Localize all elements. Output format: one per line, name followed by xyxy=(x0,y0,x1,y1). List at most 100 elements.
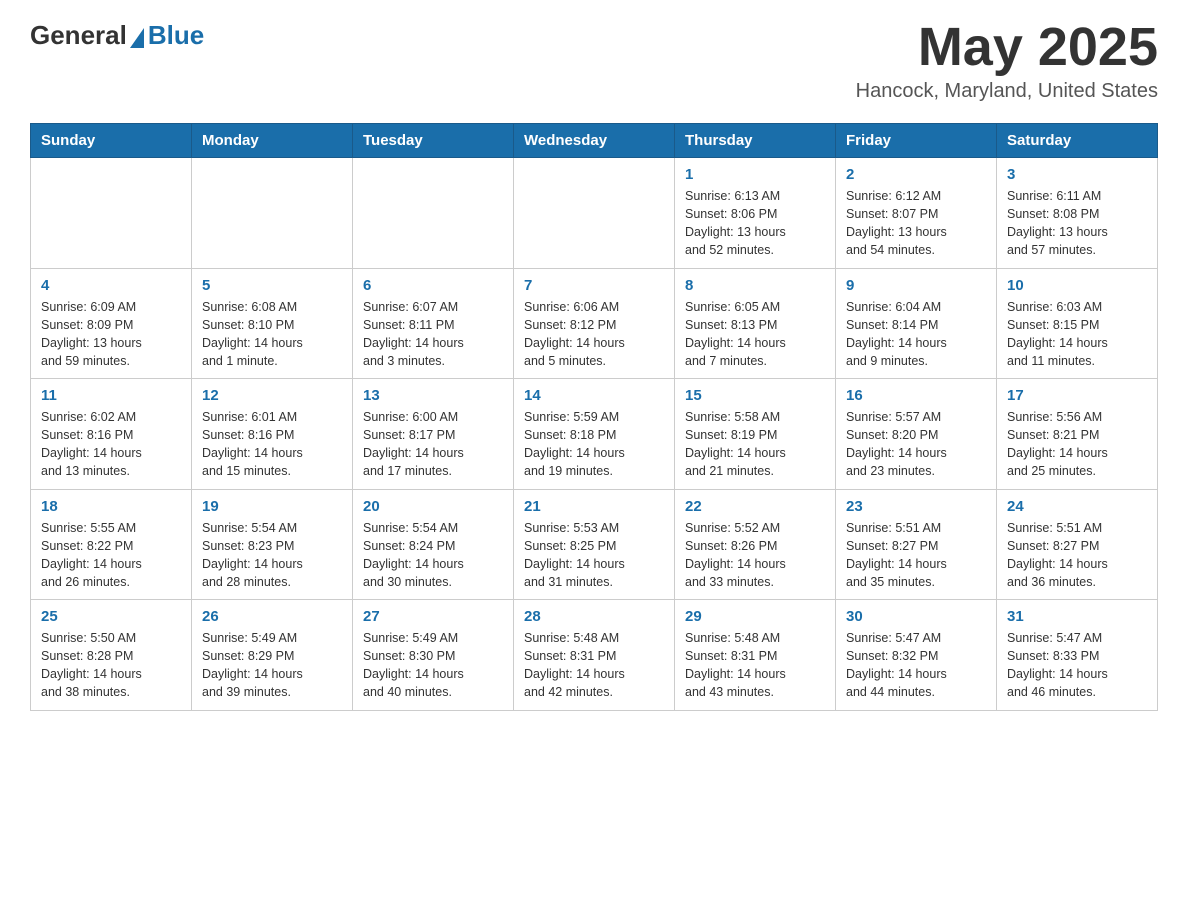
day-info: Sunrise: 5:49 AM Sunset: 8:30 PM Dayligh… xyxy=(363,629,503,702)
calendar-cell xyxy=(192,158,353,269)
day-info: Sunrise: 6:09 AM Sunset: 8:09 PM Dayligh… xyxy=(41,298,181,371)
calendar-cell: 15Sunrise: 5:58 AM Sunset: 8:19 PM Dayli… xyxy=(675,379,836,490)
day-number: 12 xyxy=(202,387,342,404)
calendar-week-row: 1Sunrise: 6:13 AM Sunset: 8:06 PM Daylig… xyxy=(31,158,1158,269)
day-number: 17 xyxy=(1007,387,1147,404)
day-info: Sunrise: 5:47 AM Sunset: 8:32 PM Dayligh… xyxy=(846,629,986,702)
calendar-cell: 22 Sunrise: 5:52 AM Sunset: 8:26 PM Dayli… xyxy=(675,489,836,600)
calendar-week-row: 18 Sunrise: 5:55 AM Sunset: 8:22 PM Dayli… xyxy=(31,489,1158,600)
calendar-cell: 7Sunrise: 6:06 AM Sunset: 8:12 PM Daylig… xyxy=(514,268,675,379)
day-number: 21 xyxy=(524,498,664,515)
day-info: Sunrise: 6:05 AM Sunset: 8:13 PM Dayligh… xyxy=(685,298,825,371)
calendar-cell: 25 Sunrise: 5:50 AM Sunset: 8:28 PM Dayli… xyxy=(31,600,192,711)
calendar-cell: 21 Sunrise: 5:53 AM Sunset: 8:25 PM Dayli… xyxy=(514,489,675,600)
day-number: 28 xyxy=(524,608,664,625)
calendar-cell: 14 Sunrise: 5:59 AM Sunset: 8:18 PM Dayli… xyxy=(514,379,675,490)
day-info: Sunrise: 6:08 AM Sunset: 8:10 PM Dayligh… xyxy=(202,298,342,371)
calendar-header-thursday: Thursday xyxy=(675,124,836,158)
day-info: Sunrise: 5:51 AM Sunset: 8:27 PM Dayligh… xyxy=(1007,519,1147,592)
header-right: May 2025 Hancock, Maryland, United State… xyxy=(856,20,1158,103)
logo-blue-text: Blue xyxy=(148,20,204,51)
day-number: 20 xyxy=(363,498,503,515)
logo-general-text: General xyxy=(30,20,127,51)
calendar-cell: 13Sunrise: 6:00 AM Sunset: 8:17 PM Dayli… xyxy=(353,379,514,490)
day-info: Sunrise: 6:07 AM Sunset: 8:11 PM Dayligh… xyxy=(363,298,503,371)
day-number: 19 xyxy=(202,498,342,515)
calendar-header-monday: Monday xyxy=(192,124,353,158)
day-info: Sunrise: 6:00 AM Sunset: 8:17 PM Dayligh… xyxy=(363,408,503,481)
calendar-cell xyxy=(353,158,514,269)
calendar-cell: 9 Sunrise: 6:04 AM Sunset: 8:14 PM Daylig… xyxy=(836,268,997,379)
day-number: 5 xyxy=(202,277,342,294)
day-number: 30 xyxy=(846,608,986,625)
calendar-header-wednesday: Wednesday xyxy=(514,124,675,158)
day-number: 8 xyxy=(685,277,825,294)
month-year-title: May 2025 xyxy=(856,20,1158,74)
day-info: Sunrise: 5:48 AM Sunset: 8:31 PM Dayligh… xyxy=(685,629,825,702)
day-info: Sunrise: 6:03 AM Sunset: 8:15 PM Dayligh… xyxy=(1007,298,1147,371)
calendar-cell: 18 Sunrise: 5:55 AM Sunset: 8:22 PM Dayli… xyxy=(31,489,192,600)
day-number: 29 xyxy=(685,608,825,625)
calendar-cell: 24 Sunrise: 5:51 AM Sunset: 8:27 PM Dayli… xyxy=(997,489,1158,600)
calendar-cell: 19 Sunrise: 5:54 AM Sunset: 8:23 PM Dayli… xyxy=(192,489,353,600)
calendar-cell: 5 Sunrise: 6:08 AM Sunset: 8:10 PM Daylig… xyxy=(192,268,353,379)
day-number: 9 xyxy=(846,277,986,294)
day-info: Sunrise: 6:12 AM Sunset: 8:07 PM Dayligh… xyxy=(846,187,986,260)
day-number: 1 xyxy=(685,166,825,183)
day-info: Sunrise: 5:56 AM Sunset: 8:21 PM Dayligh… xyxy=(1007,408,1147,481)
calendar-cell: 4 Sunrise: 6:09 AM Sunset: 8:09 PM Daylig… xyxy=(31,268,192,379)
calendar-week-row: 25 Sunrise: 5:50 AM Sunset: 8:28 PM Dayli… xyxy=(31,600,1158,711)
day-number: 6 xyxy=(363,277,503,294)
calendar-cell: 10Sunrise: 6:03 AM Sunset: 8:15 PM Dayli… xyxy=(997,268,1158,379)
location-subtitle: Hancock, Maryland, United States xyxy=(856,80,1158,103)
calendar-cell xyxy=(514,158,675,269)
day-info: Sunrise: 5:55 AM Sunset: 8:22 PM Dayligh… xyxy=(41,519,181,592)
page-header: General Blue May 2025 Hancock, Maryland,… xyxy=(30,20,1158,103)
day-info: Sunrise: 5:50 AM Sunset: 8:28 PM Dayligh… xyxy=(41,629,181,702)
day-info: Sunrise: 5:54 AM Sunset: 8:23 PM Dayligh… xyxy=(202,519,342,592)
day-info: Sunrise: 5:59 AM Sunset: 8:18 PM Dayligh… xyxy=(524,408,664,481)
calendar-cell: 26Sunrise: 5:49 AM Sunset: 8:29 PM Dayli… xyxy=(192,600,353,711)
day-info: Sunrise: 6:01 AM Sunset: 8:16 PM Dayligh… xyxy=(202,408,342,481)
calendar-table: SundayMondayTuesdayWednesdayThursdayFrid… xyxy=(30,123,1158,711)
day-info: Sunrise: 5:53 AM Sunset: 8:25 PM Dayligh… xyxy=(524,519,664,592)
calendar-header-row: SundayMondayTuesdayWednesdayThursdayFrid… xyxy=(31,124,1158,158)
day-info: Sunrise: 6:11 AM Sunset: 8:08 PM Dayligh… xyxy=(1007,187,1147,260)
day-number: 24 xyxy=(1007,498,1147,515)
day-number: 4 xyxy=(41,277,181,294)
calendar-cell xyxy=(31,158,192,269)
calendar-cell: 27 Sunrise: 5:49 AM Sunset: 8:30 PM Dayli… xyxy=(353,600,514,711)
calendar-cell: 28Sunrise: 5:48 AM Sunset: 8:31 PM Dayli… xyxy=(514,600,675,711)
day-number: 27 xyxy=(363,608,503,625)
logo-triangle-icon xyxy=(130,28,144,48)
calendar-cell: 8 Sunrise: 6:05 AM Sunset: 8:13 PM Daylig… xyxy=(675,268,836,379)
calendar-cell: 6 Sunrise: 6:07 AM Sunset: 8:11 PM Daylig… xyxy=(353,268,514,379)
day-number: 2 xyxy=(846,166,986,183)
day-number: 22 xyxy=(685,498,825,515)
day-info: Sunrise: 5:58 AM Sunset: 8:19 PM Dayligh… xyxy=(685,408,825,481)
calendar-cell: 23Sunrise: 5:51 AM Sunset: 8:27 PM Dayli… xyxy=(836,489,997,600)
day-number: 14 xyxy=(524,387,664,404)
day-info: Sunrise: 5:47 AM Sunset: 8:33 PM Dayligh… xyxy=(1007,629,1147,702)
calendar-cell: 3Sunrise: 6:11 AM Sunset: 8:08 PM Daylig… xyxy=(997,158,1158,269)
logo: General Blue xyxy=(30,20,204,51)
calendar-cell: 30 Sunrise: 5:47 AM Sunset: 8:32 PM Dayli… xyxy=(836,600,997,711)
calendar-cell: 2 Sunrise: 6:12 AM Sunset: 8:07 PM Daylig… xyxy=(836,158,997,269)
calendar-week-row: 4 Sunrise: 6:09 AM Sunset: 8:09 PM Daylig… xyxy=(31,268,1158,379)
day-info: Sunrise: 6:04 AM Sunset: 8:14 PM Dayligh… xyxy=(846,298,986,371)
day-info: Sunrise: 6:02 AM Sunset: 8:16 PM Dayligh… xyxy=(41,408,181,481)
day-info: Sunrise: 5:51 AM Sunset: 8:27 PM Dayligh… xyxy=(846,519,986,592)
day-number: 25 xyxy=(41,608,181,625)
calendar-cell: 11Sunrise: 6:02 AM Sunset: 8:16 PM Dayli… xyxy=(31,379,192,490)
day-info: Sunrise: 6:06 AM Sunset: 8:12 PM Dayligh… xyxy=(524,298,664,371)
calendar-cell: 20 Sunrise: 5:54 AM Sunset: 8:24 PM Dayli… xyxy=(353,489,514,600)
calendar-cell: 1Sunrise: 6:13 AM Sunset: 8:06 PM Daylig… xyxy=(675,158,836,269)
day-info: Sunrise: 5:52 AM Sunset: 8:26 PM Dayligh… xyxy=(685,519,825,592)
calendar-header-tuesday: Tuesday xyxy=(353,124,514,158)
calendar-cell: 16Sunrise: 5:57 AM Sunset: 8:20 PM Dayli… xyxy=(836,379,997,490)
day-number: 18 xyxy=(41,498,181,515)
day-number: 26 xyxy=(202,608,342,625)
calendar-cell: 17 Sunrise: 5:56 AM Sunset: 8:21 PM Dayli… xyxy=(997,379,1158,490)
calendar-cell: 12 Sunrise: 6:01 AM Sunset: 8:16 PM Dayli… xyxy=(192,379,353,490)
day-info: Sunrise: 5:54 AM Sunset: 8:24 PM Dayligh… xyxy=(363,519,503,592)
